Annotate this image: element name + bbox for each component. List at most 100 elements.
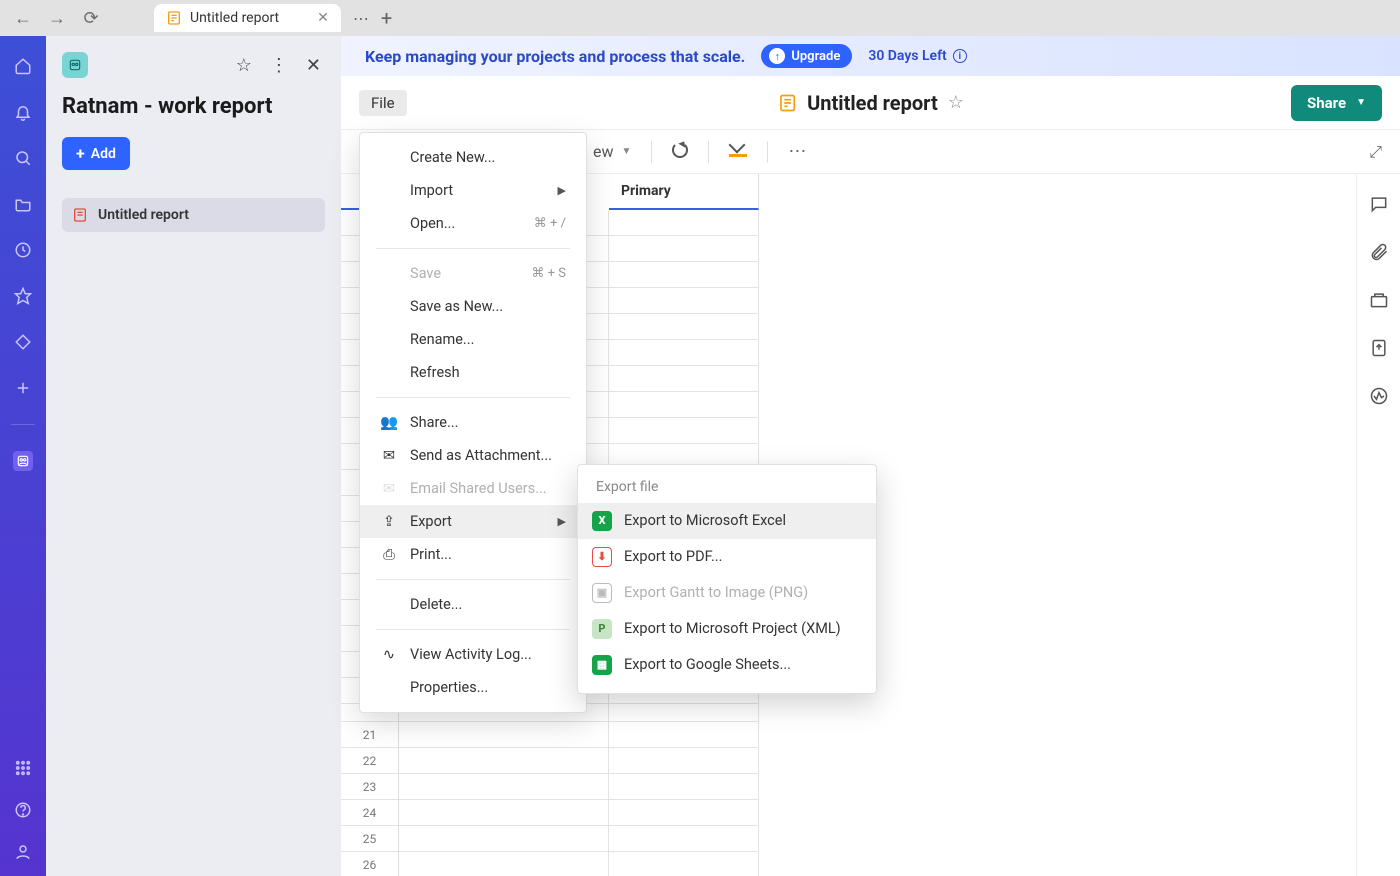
highlighter-button[interactable] (729, 142, 747, 161)
cell[interactable] (609, 262, 759, 288)
row-number[interactable]: 21 (341, 722, 399, 748)
cell[interactable] (399, 748, 609, 774)
activity-icon[interactable] (1369, 386, 1389, 410)
menu-email-shared: ✉Email Shared Users... (360, 472, 586, 505)
menu-delete[interactable]: Delete... (360, 588, 586, 621)
menu-print[interactable]: ⎙Print... (360, 538, 586, 571)
cell[interactable] (609, 236, 759, 262)
row-number[interactable]: 24 (341, 800, 399, 826)
row-number[interactable]: 22 (341, 748, 399, 774)
upgrade-button[interactable]: ↑ Upgrade (761, 44, 852, 68)
refresh-button[interactable] (672, 142, 688, 162)
column-header-primary[interactable]: Primary (609, 174, 759, 210)
menu-properties[interactable]: Properties... (360, 671, 586, 704)
cell[interactable] (609, 852, 759, 876)
pdf-icon: ⬇ (592, 547, 612, 567)
share-button[interactable]: Share ▼ (1291, 85, 1382, 121)
more-options-button[interactable]: ⋯ (788, 141, 806, 162)
grid-icon[interactable] (13, 758, 33, 778)
cell[interactable] (399, 722, 609, 748)
cell[interactable] (609, 826, 759, 852)
favorite-workspace-icon[interactable]: ☆ (232, 55, 256, 76)
folder-icon[interactable] (13, 194, 33, 214)
add-icon[interactable] (13, 378, 33, 398)
user-icon[interactable] (13, 842, 33, 862)
trial-days[interactable]: 30 Days Left i (868, 48, 966, 64)
cell[interactable] (609, 366, 759, 392)
apps-icon[interactable] (13, 332, 33, 352)
back-icon[interactable]: ← (12, 8, 34, 29)
help-icon[interactable] (13, 800, 33, 820)
cell[interactable] (609, 800, 759, 826)
workspace-icon[interactable] (13, 451, 33, 471)
menu-rename[interactable]: Rename... (360, 323, 586, 356)
document-title[interactable]: Untitled report (807, 91, 938, 115)
cell[interactable] (399, 852, 609, 876)
workspace-sidebar: ☆ ⋮ ✕ Ratnam - work report +Add Untitled… (46, 36, 341, 876)
star-icon[interactable] (13, 286, 33, 306)
expand-icon[interactable]: ⤢ (1369, 142, 1382, 162)
sidebar-item-report[interactable]: Untitled report (62, 198, 325, 232)
bell-icon[interactable] (13, 102, 33, 122)
menu-import[interactable]: Import▶ (360, 174, 586, 207)
reload-icon[interactable]: ⟳ (80, 8, 102, 29)
toolbar-separator (651, 141, 652, 163)
menu-save: Save⌘ + S (360, 257, 586, 290)
row-number[interactable]: 25 (341, 826, 399, 852)
menu-create-new[interactable]: Create New... (360, 141, 586, 174)
menu-open[interactable]: Open...⌘ + / (360, 207, 586, 240)
publish-icon[interactable] (1369, 338, 1389, 362)
cell[interactable] (609, 418, 759, 444)
export-gsheets[interactable]: ▦Export to Google Sheets... (578, 647, 876, 683)
cell[interactable] (609, 340, 759, 366)
caret-down-icon: ▼ (1356, 97, 1366, 108)
report-file-icon (72, 207, 88, 223)
add-button[interactable]: +Add (62, 137, 130, 170)
comments-icon[interactable] (1369, 194, 1389, 218)
search-icon[interactable] (13, 148, 33, 168)
clock-icon[interactable] (13, 240, 33, 260)
favorite-document-icon[interactable]: ☆ (948, 92, 964, 113)
cell[interactable] (609, 722, 759, 748)
menu-send-attachment[interactable]: ✉Send as Attachment... (360, 439, 586, 472)
file-menu-button[interactable]: File (359, 90, 407, 116)
proofs-icon[interactable] (1369, 290, 1389, 314)
activity-icon: ∿ (380, 646, 398, 663)
home-icon[interactable] (13, 56, 33, 76)
cell[interactable] (609, 774, 759, 800)
workspace-menu-icon[interactable]: ⋮ (266, 55, 292, 76)
workspace-badge[interactable] (62, 52, 88, 78)
row-number[interactable]: 23 (341, 774, 399, 800)
cell[interactable] (609, 210, 759, 236)
menu-export[interactable]: ⇪Export▶ (360, 505, 586, 538)
cell[interactable] (609, 288, 759, 314)
forward-icon[interactable]: → (46, 8, 68, 29)
cell[interactable] (609, 392, 759, 418)
row-number[interactable]: 26 (341, 852, 399, 876)
export-excel[interactable]: XExport to Microsoft Excel (578, 503, 876, 539)
new-tab-icon[interactable]: + (381, 6, 392, 30)
menu-refresh[interactable]: Refresh (360, 356, 586, 389)
export-msproject[interactable]: PExport to Microsoft Project (XML) (578, 611, 876, 647)
cell[interactable] (609, 314, 759, 340)
cell[interactable] (399, 800, 609, 826)
attachments-icon[interactable] (1369, 242, 1389, 266)
menu-separator (376, 629, 570, 630)
submenu-arrow-icon: ▶ (558, 184, 566, 197)
export-pdf[interactable]: ⬇Export to PDF... (578, 539, 876, 575)
tab-overflow-icon[interactable]: ⋯ (353, 9, 369, 28)
cell[interactable] (399, 826, 609, 852)
menu-share[interactable]: 👥Share... (360, 406, 586, 439)
menu-activity-log[interactable]: ∿View Activity Log... (360, 638, 586, 671)
rail-active-indicator (46, 452, 52, 464)
cell[interactable] (609, 748, 759, 774)
add-button-label: Add (91, 146, 116, 162)
cell[interactable] (399, 774, 609, 800)
view-selector[interactable]: ew▼ (593, 142, 631, 161)
close-tab-icon[interactable]: ✕ (317, 10, 329, 26)
close-sidebar-icon[interactable]: ✕ (302, 55, 325, 76)
menu-save-as-new[interactable]: Save as New... (360, 290, 586, 323)
browser-tab[interactable]: Untitled report ✕ (154, 4, 341, 32)
trial-days-label: 30 Days Left (868, 48, 946, 64)
upgrade-arrow-icon: ↑ (769, 48, 785, 64)
